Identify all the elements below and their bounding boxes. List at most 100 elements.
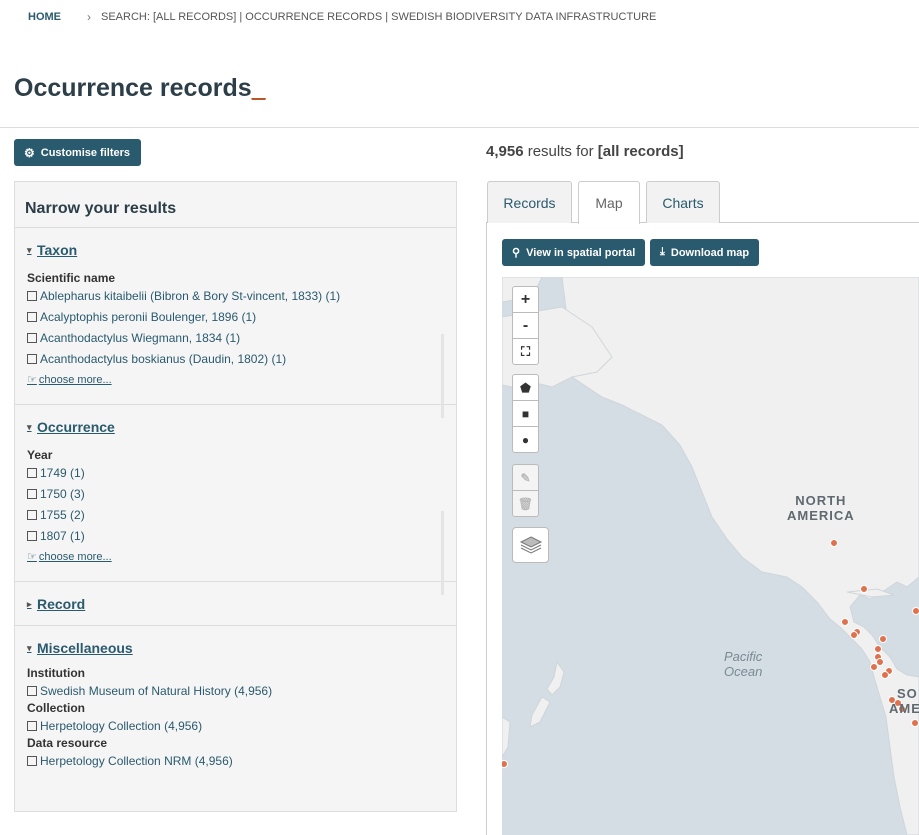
layers-button[interactable] — [512, 527, 549, 563]
customise-filters-label: Customise filters — [40, 146, 131, 159]
caret-down-icon: ▾ — [27, 421, 32, 432]
occurrence-marker — [830, 539, 838, 547]
map-canvas — [502, 277, 919, 835]
breadcrumb: HOME › SEARCH: [ALL RECORDS] | OCCURRENC… — [28, 10, 656, 24]
expand-icon: ⛶ — [520, 343, 531, 359]
facet-title-miscellaneous[interactable]: ▾ Miscellaneous — [27, 626, 444, 656]
checkbox-icon[interactable] — [27, 467, 37, 478]
checkbox-icon[interactable] — [27, 290, 37, 301]
download-icon: ⤓ — [660, 246, 665, 258]
view-in-spatial-portal-button[interactable]: ⚲ View in spatial portal — [502, 239, 646, 266]
facet-section-miscellaneous: ▾ Miscellaneous Institution Swedish Muse… — [15, 626, 456, 811]
square-icon: ■ — [521, 406, 530, 421]
checkbox-icon[interactable] — [27, 311, 37, 322]
hand-pointer-icon: ☞ — [27, 374, 37, 386]
page-title: Occurrence records_ — [14, 74, 266, 103]
breadcrumb-home-link[interactable]: HOME — [28, 11, 61, 23]
hand-pointer-icon: ☞ — [27, 551, 37, 563]
facet-sublabel-year: Year — [27, 448, 53, 462]
facet-sublabel-scientific-name: Scientific name — [27, 271, 116, 285]
choose-more-link[interactable]: ☞ choose more... — [27, 550, 444, 564]
checkbox-icon[interactable] — [27, 509, 37, 520]
facet-title-record[interactable]: ▸ Record — [27, 582, 444, 612]
fullscreen-button[interactable]: ⛶ — [512, 338, 539, 365]
facet-item[interactable]: Swedish Museum of Natural History (4,956… — [27, 680, 444, 701]
draw-circle-button[interactable]: ● — [512, 426, 539, 453]
results-text: results for — [527, 143, 594, 160]
facet-title-record-label: Record — [37, 596, 86, 612]
map-label-north-america: NORTH AMERICA — [787, 493, 855, 523]
landmass-australia — [502, 716, 511, 758]
draw-polygon-button[interactable]: ⬟ — [512, 374, 539, 401]
breadcrumb-current: SEARCH: [ALL RECORDS] | OCCURRENCE RECOR… — [101, 11, 657, 23]
checkbox-icon[interactable] — [27, 530, 37, 541]
tab-map[interactable]: Map — [578, 181, 640, 224]
facet-section-record: ▸ Record — [15, 582, 456, 626]
layers-icon — [519, 536, 542, 554]
occurrence-marker — [850, 631, 858, 639]
facets-heading: Narrow your results — [15, 182, 456, 228]
occurrence-marker — [876, 658, 884, 666]
occurrence-map[interactable]: NORTH AMERICA Pacific Ocean SO AME — [502, 277, 919, 835]
delete-layers-button[interactable]: 🗑 — [512, 490, 539, 517]
map-label-south-america: SO AME — [889, 686, 919, 716]
facet-item[interactable]: Acanthodactylus Wiegmann, 1834 (1) — [27, 327, 444, 348]
title-suffix: _ — [251, 74, 266, 102]
customise-filters-button[interactable]: ⚙ Customise filters — [14, 139, 141, 166]
facet-item[interactable]: 1755 (2) — [27, 504, 444, 525]
facet-title-occurrence[interactable]: ▾ Occurrence — [27, 405, 444, 435]
occurrence-marker — [879, 635, 887, 643]
view-in-spatial-portal-label: View in spatial portal — [526, 246, 636, 259]
map-label-pacific-ocean: Pacific Ocean — [724, 649, 763, 679]
occurrence-marker — [874, 645, 882, 653]
checkbox-icon[interactable] — [27, 332, 37, 343]
occurrence-marker — [860, 585, 868, 593]
occurrence-marker — [502, 760, 508, 768]
facet-item[interactable]: 1749 (1) — [27, 462, 444, 483]
facet-item[interactable]: Herpetology Collection NRM (4,956) — [27, 750, 444, 771]
facet-item[interactable]: Ablepharus kitaibelii (Bibron & Bory St-… — [27, 285, 444, 306]
occurrence-marker — [881, 671, 889, 679]
zoom-in-button[interactable]: + — [512, 286, 539, 313]
facet-item[interactable]: 1750 (3) — [27, 483, 444, 504]
checkbox-icon[interactable] — [27, 685, 37, 696]
checkbox-icon[interactable] — [27, 720, 37, 731]
tab-charts[interactable]: Charts — [646, 181, 720, 223]
chevron-right-icon: › — [87, 10, 91, 24]
map-marker-icon: ⚲ — [512, 247, 521, 259]
circle-icon: ● — [521, 432, 530, 447]
facet-item[interactable]: Herpetology Collection (4,956) — [27, 715, 444, 736]
download-map-button[interactable]: ⤓ Download map — [650, 239, 760, 266]
facet-sublabel-collection: Collection — [27, 701, 86, 715]
divider — [0, 127, 919, 128]
tab-records[interactable]: Records — [487, 181, 572, 223]
facet-sublabel-data-resource: Data resource — [27, 736, 108, 750]
occurrence-marker — [911, 719, 919, 727]
facet-item[interactable]: Acanthodactylus boskianus (Daudin, 1802)… — [27, 348, 444, 369]
choose-more-link[interactable]: ☞ choose more... — [27, 373, 444, 387]
edit-icon: ✎ — [520, 470, 531, 485]
facet-title-miscellaneous-label: Miscellaneous — [37, 640, 133, 656]
occurrence-marker — [841, 618, 849, 626]
facet-title-occurrence-label: Occurrence — [37, 419, 115, 435]
caret-down-icon: ▾ — [27, 642, 32, 653]
trash-icon: 🗑 — [517, 496, 534, 511]
edit-layers-button[interactable]: ✎ — [512, 464, 539, 491]
facet-title-taxon[interactable]: ▾ Taxon — [27, 228, 444, 258]
download-map-label: Download map — [670, 246, 750, 259]
page-title-text: Occurrence records — [14, 74, 252, 102]
landmass-north-america — [561, 277, 919, 835]
results-number: 4,956 — [486, 143, 524, 160]
gear-icon: ⚙ — [24, 145, 35, 160]
occurrence-marker — [912, 607, 919, 615]
draw-rectangle-button[interactable]: ■ — [512, 400, 539, 427]
facet-item[interactable]: Acalyptophis peronii Boulenger, 1896 (1) — [27, 306, 444, 327]
facet-section-taxon: ▾ Taxon Scientific name Ablepharus kitai… — [15, 228, 456, 418]
facet-sublabel-institution: Institution — [27, 666, 85, 680]
zoom-out-button[interactable]: - — [512, 312, 539, 339]
checkbox-icon[interactable] — [27, 755, 37, 766]
facet-item[interactable]: 1807 (1) — [27, 525, 444, 546]
checkbox-icon[interactable] — [27, 353, 37, 364]
checkbox-icon[interactable] — [27, 488, 37, 499]
results-count: 4,956 results for [all records] — [486, 143, 684, 160]
